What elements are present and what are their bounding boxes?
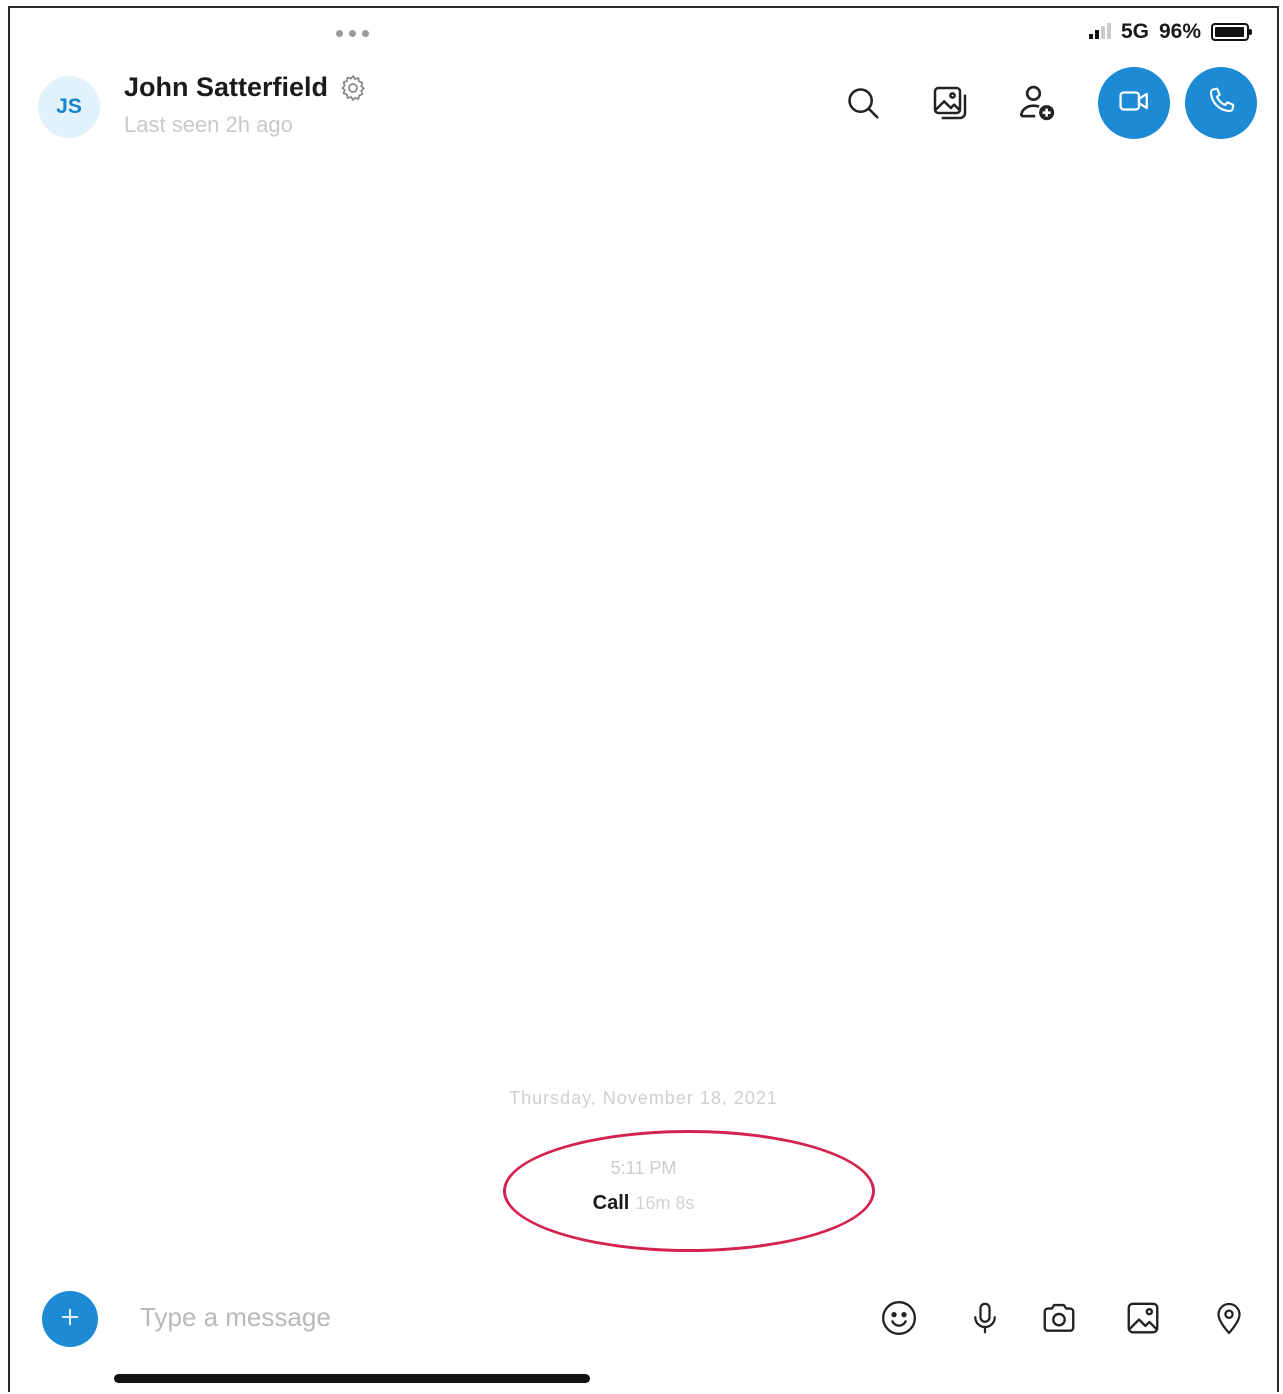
add-person-icon[interactable] [1000,66,1074,140]
battery-percent: 96% [1158,20,1201,43]
location-icon[interactable] [1202,1290,1256,1346]
home-indicator[interactable] [114,1374,590,1383]
signal-icon [1088,23,1111,39]
gear-icon[interactable] [338,73,368,103]
phone-icon [1205,85,1237,122]
microphone-icon[interactable] [958,1290,1012,1346]
video-camera-icon [1117,84,1151,123]
last-seen-status: Last seen 2h ago [124,112,293,137]
call-event[interactable]: Call 16m 8s [10,1192,1277,1215]
plus-icon [59,1306,81,1333]
contact-name[interactable]: John Satterfield [124,72,328,103]
emoji-icon[interactable] [872,1290,926,1346]
video-call-button[interactable] [1098,67,1170,139]
call-time: 5:11 PM [610,1158,677,1178]
search-icon[interactable] [826,66,900,140]
audio-call-button[interactable] [1185,67,1257,139]
call-label: Call [592,1192,630,1214]
battery-icon [1211,23,1252,41]
avatar[interactable]: JS [38,76,100,138]
network-label: 5G [1120,20,1149,43]
image-icon[interactable] [1116,1290,1170,1346]
gallery-icon[interactable] [913,66,987,140]
header-actions [813,66,1257,140]
message-input[interactable] [138,1292,738,1342]
contact-header[interactable]: John Satterfield [124,72,368,103]
add-attachment-button[interactable] [42,1291,98,1347]
date-separator: Thursday, November 18, 2021 [509,1088,778,1108]
status-bar: 5G 96% [1088,20,1252,44]
app-window: 5G 96% JS John Satterfield Last seen 2h … [8,6,1279,1392]
composer-toolbar [872,1290,1256,1346]
camera-icon[interactable] [1032,1290,1086,1346]
multitask-dots[interactable] [336,30,369,37]
highlight-ellipse [503,1130,875,1252]
call-duration: 16m 8s [635,1193,695,1213]
